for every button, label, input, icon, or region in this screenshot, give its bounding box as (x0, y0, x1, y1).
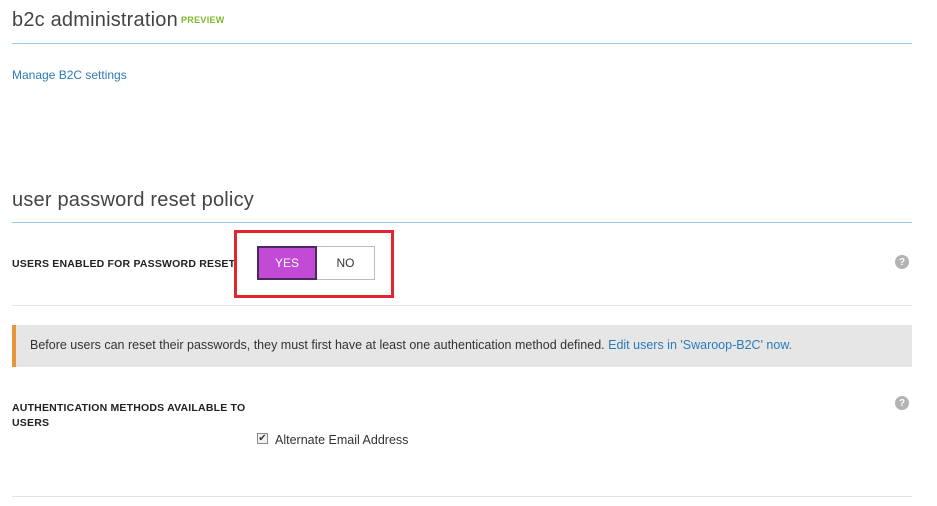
alternate-email-checkbox[interactable]: ✔ (257, 433, 268, 444)
checkmark-icon: ✔ (258, 432, 267, 444)
password-reset-label: USERS ENABLED FOR PASSWORD RESET (12, 258, 236, 270)
page-title: b2c administration (12, 9, 178, 31)
auth-methods-label-line1: AUTHENTICATION METHODS AVAILABLE TO (12, 402, 246, 414)
preview-badge: PREVIEW (181, 15, 225, 25)
toggle-no-button[interactable]: NO (317, 246, 375, 280)
auth-methods-label: AUTHENTICATION METHODS AVAILABLE TO USER… (12, 401, 252, 431)
banner-message: Before users can reset their passwords, … (30, 338, 792, 352)
password-reset-toggle[interactable]: YES NO (257, 246, 375, 280)
section-divider (12, 222, 912, 223)
banner-text: Before users can reset their passwords, … (30, 338, 605, 352)
manage-b2c-settings-link[interactable]: Manage B2C settings (12, 68, 127, 82)
bottom-divider (12, 496, 912, 497)
row-divider (12, 305, 912, 306)
auth-methods-label-line2: USERS (12, 417, 50, 429)
section-title: user password reset policy (12, 189, 254, 211)
warning-banner: Before users can reset their passwords, … (12, 325, 912, 367)
help-icon[interactable]: ? (895, 255, 909, 269)
alternate-email-label[interactable]: Alternate Email Address (275, 433, 408, 447)
help-icon[interactable]: ? (895, 396, 909, 410)
header-divider (12, 43, 912, 44)
edit-users-link[interactable]: Edit users in 'Swaroop-B2C' now. (608, 338, 792, 352)
toggle-yes-button[interactable]: YES (257, 246, 317, 280)
